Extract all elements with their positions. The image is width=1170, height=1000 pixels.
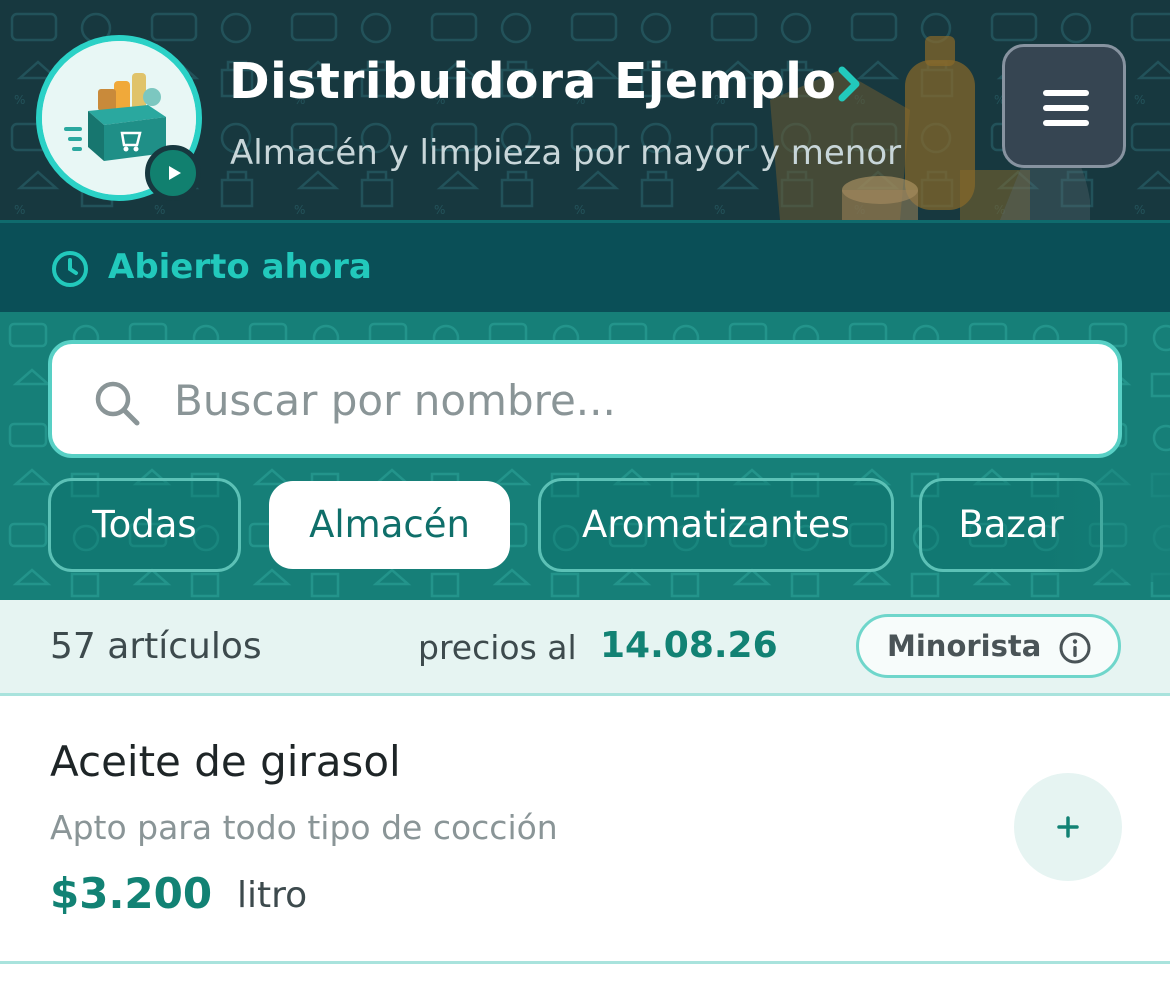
store-header: % — [0, 0, 1170, 220]
product-card[interactable]: Aceite de girasol Apto para todo tipo de… — [0, 696, 1170, 964]
category-chip-aromatizantes[interactable]: Aromatizantes — [538, 478, 894, 572]
chips-scroll-fade — [1040, 462, 1170, 582]
prices-label: precios al — [418, 628, 577, 667]
search-icon — [95, 381, 140, 426]
add-to-cart-button[interactable] — [1014, 773, 1122, 881]
product-description: Apto para todo tipo de cocción — [50, 808, 558, 847]
store-tagline: Almacén y limpieza por mayor y menor — [230, 133, 902, 173]
chevron-right-icon[interactable] — [834, 66, 864, 102]
clock-icon — [52, 251, 88, 287]
store-name[interactable]: Distribuidora Ejemplo — [229, 52, 836, 112]
play-icon — [169, 166, 181, 180]
article-count: 57 artículos — [50, 626, 262, 667]
product-name: Aceite de girasol — [50, 737, 401, 786]
menu-button[interactable] — [1002, 44, 1126, 168]
prices-date: 14.08.26 — [600, 625, 778, 666]
category-chip-almacen[interactable]: Almacén — [269, 481, 510, 569]
search-bar[interactable] — [48, 340, 1122, 458]
open-status-bar: Abierto ahora — [0, 220, 1170, 312]
product-unit: litro — [237, 875, 308, 916]
price-mode-toggle[interactable]: Minorista — [856, 614, 1121, 678]
play-button[interactable] — [145, 145, 201, 201]
category-chip-todas[interactable]: Todas — [48, 478, 241, 572]
product-price: $3.200 — [50, 869, 213, 918]
search-filter-area: Todas Almacén Aromatizantes Bazar — [0, 312, 1170, 600]
info-icon — [1059, 632, 1091, 664]
catalog-info-bar: 57 artículos precios al 14.08.26 Minoris… — [0, 600, 1170, 696]
open-status-text: Abierto ahora — [108, 247, 372, 287]
search-input[interactable] — [172, 362, 1076, 438]
plus-icon — [1057, 816, 1079, 838]
price-mode-label: Minorista — [887, 629, 1042, 663]
